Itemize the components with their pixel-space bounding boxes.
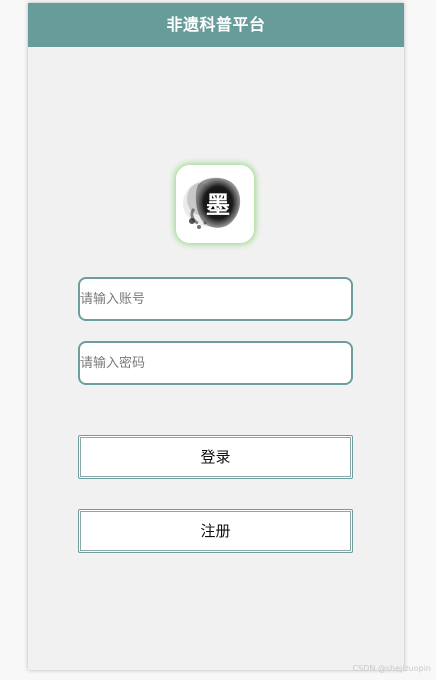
app-screen: 非遗科普平台 墨 登录 注册 bbox=[28, 3, 404, 670]
logo-glyph: 墨 bbox=[206, 190, 230, 219]
login-button[interactable]: 登录 bbox=[78, 435, 353, 479]
watermark: CSDN @shejizuopin bbox=[352, 664, 432, 673]
account-input[interactable] bbox=[78, 277, 353, 321]
ink-brush-mo-icon: 墨 bbox=[176, 165, 254, 243]
page-title: 非遗科普平台 bbox=[28, 3, 404, 47]
register-button[interactable]: 注册 bbox=[78, 509, 353, 553]
password-input[interactable] bbox=[78, 341, 353, 385]
